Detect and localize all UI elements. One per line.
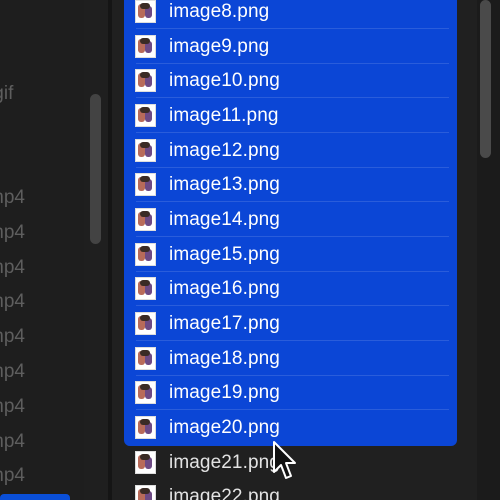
file-row[interactable]: image14.png <box>124 202 457 237</box>
left-column: .gif mp4 mp4 mp4 mp4 mp4 mp4 mp4 mp4 mp4 <box>0 0 84 500</box>
file-row[interactable]: image11.png <box>124 98 457 133</box>
file-name: image10.png <box>169 69 280 91</box>
left-list-item[interactable]: mp4 <box>0 462 25 490</box>
left-list-item[interactable]: mp4 <box>0 219 25 247</box>
image-thumbnail-icon <box>135 381 156 404</box>
file-row[interactable]: image13.png <box>124 167 457 202</box>
file-row[interactable]: image19.png <box>124 375 457 410</box>
file-row[interactable]: image16.png <box>124 271 457 306</box>
file-name: image22.png <box>169 485 280 500</box>
file-row[interactable]: image9.png <box>124 29 457 64</box>
file-row[interactable]: image22.png <box>124 479 457 500</box>
image-thumbnail-icon <box>135 485 156 500</box>
image-thumbnail-icon <box>135 69 156 92</box>
file-name: image16.png <box>169 277 280 299</box>
left-list-item[interactable]: mp4 <box>0 428 25 456</box>
file-name: image15.png <box>169 243 280 265</box>
image-thumbnail-icon <box>135 208 156 231</box>
file-name: image21.png <box>169 451 280 473</box>
file-name: image12.png <box>169 139 280 161</box>
file-name: image14.png <box>169 208 280 230</box>
left-list-item[interactable]: mp4 <box>0 393 25 421</box>
image-thumbnail-icon <box>135 104 156 127</box>
file-row[interactable]: image12.png <box>124 133 457 168</box>
left-list-item[interactable]: mp4 <box>0 184 25 212</box>
file-list-column: image8.png image9.png image10.png image1… <box>112 0 477 500</box>
file-name: image9.png <box>169 35 270 57</box>
left-list-item[interactable]: mp4 <box>0 288 25 316</box>
image-thumbnail-icon <box>135 416 156 439</box>
file-list-scrollbar[interactable] <box>480 0 491 158</box>
image-thumbnail-icon <box>135 35 156 58</box>
file-row[interactable]: image15.png <box>124 237 457 272</box>
left-list-item[interactable]: .gif <box>0 80 13 108</box>
left-list-item[interactable]: mp4 <box>0 323 25 351</box>
left-selected-row[interactable] <box>0 494 70 500</box>
image-thumbnail-icon <box>135 347 156 370</box>
file-name: image17.png <box>169 312 280 334</box>
file-name: image20.png <box>169 416 280 438</box>
image-thumbnail-icon <box>135 312 156 335</box>
image-thumbnail-icon <box>135 139 156 162</box>
file-row[interactable]: image10.png <box>124 63 457 98</box>
file-name: image11.png <box>169 104 279 126</box>
file-row[interactable]: image17.png <box>124 306 457 341</box>
file-name: image8.png <box>169 0 270 22</box>
image-thumbnail-icon <box>135 0 156 23</box>
left-list-item[interactable]: mp4 <box>0 358 25 386</box>
file-name: image18.png <box>169 347 280 369</box>
image-thumbnail-icon <box>135 451 156 474</box>
file-name: image19.png <box>169 381 280 403</box>
file-row[interactable]: image18.png <box>124 341 457 376</box>
file-name: image13.png <box>169 173 280 195</box>
image-thumbnail-icon <box>135 243 156 266</box>
left-list-item[interactable]: mp4 <box>0 254 25 282</box>
image-thumbnail-icon <box>135 173 156 196</box>
file-row[interactable]: image8.png <box>124 0 457 29</box>
left-scrollbar[interactable] <box>90 94 101 244</box>
image-thumbnail-icon <box>135 277 156 300</box>
mouse-pointer-icon <box>273 441 296 479</box>
